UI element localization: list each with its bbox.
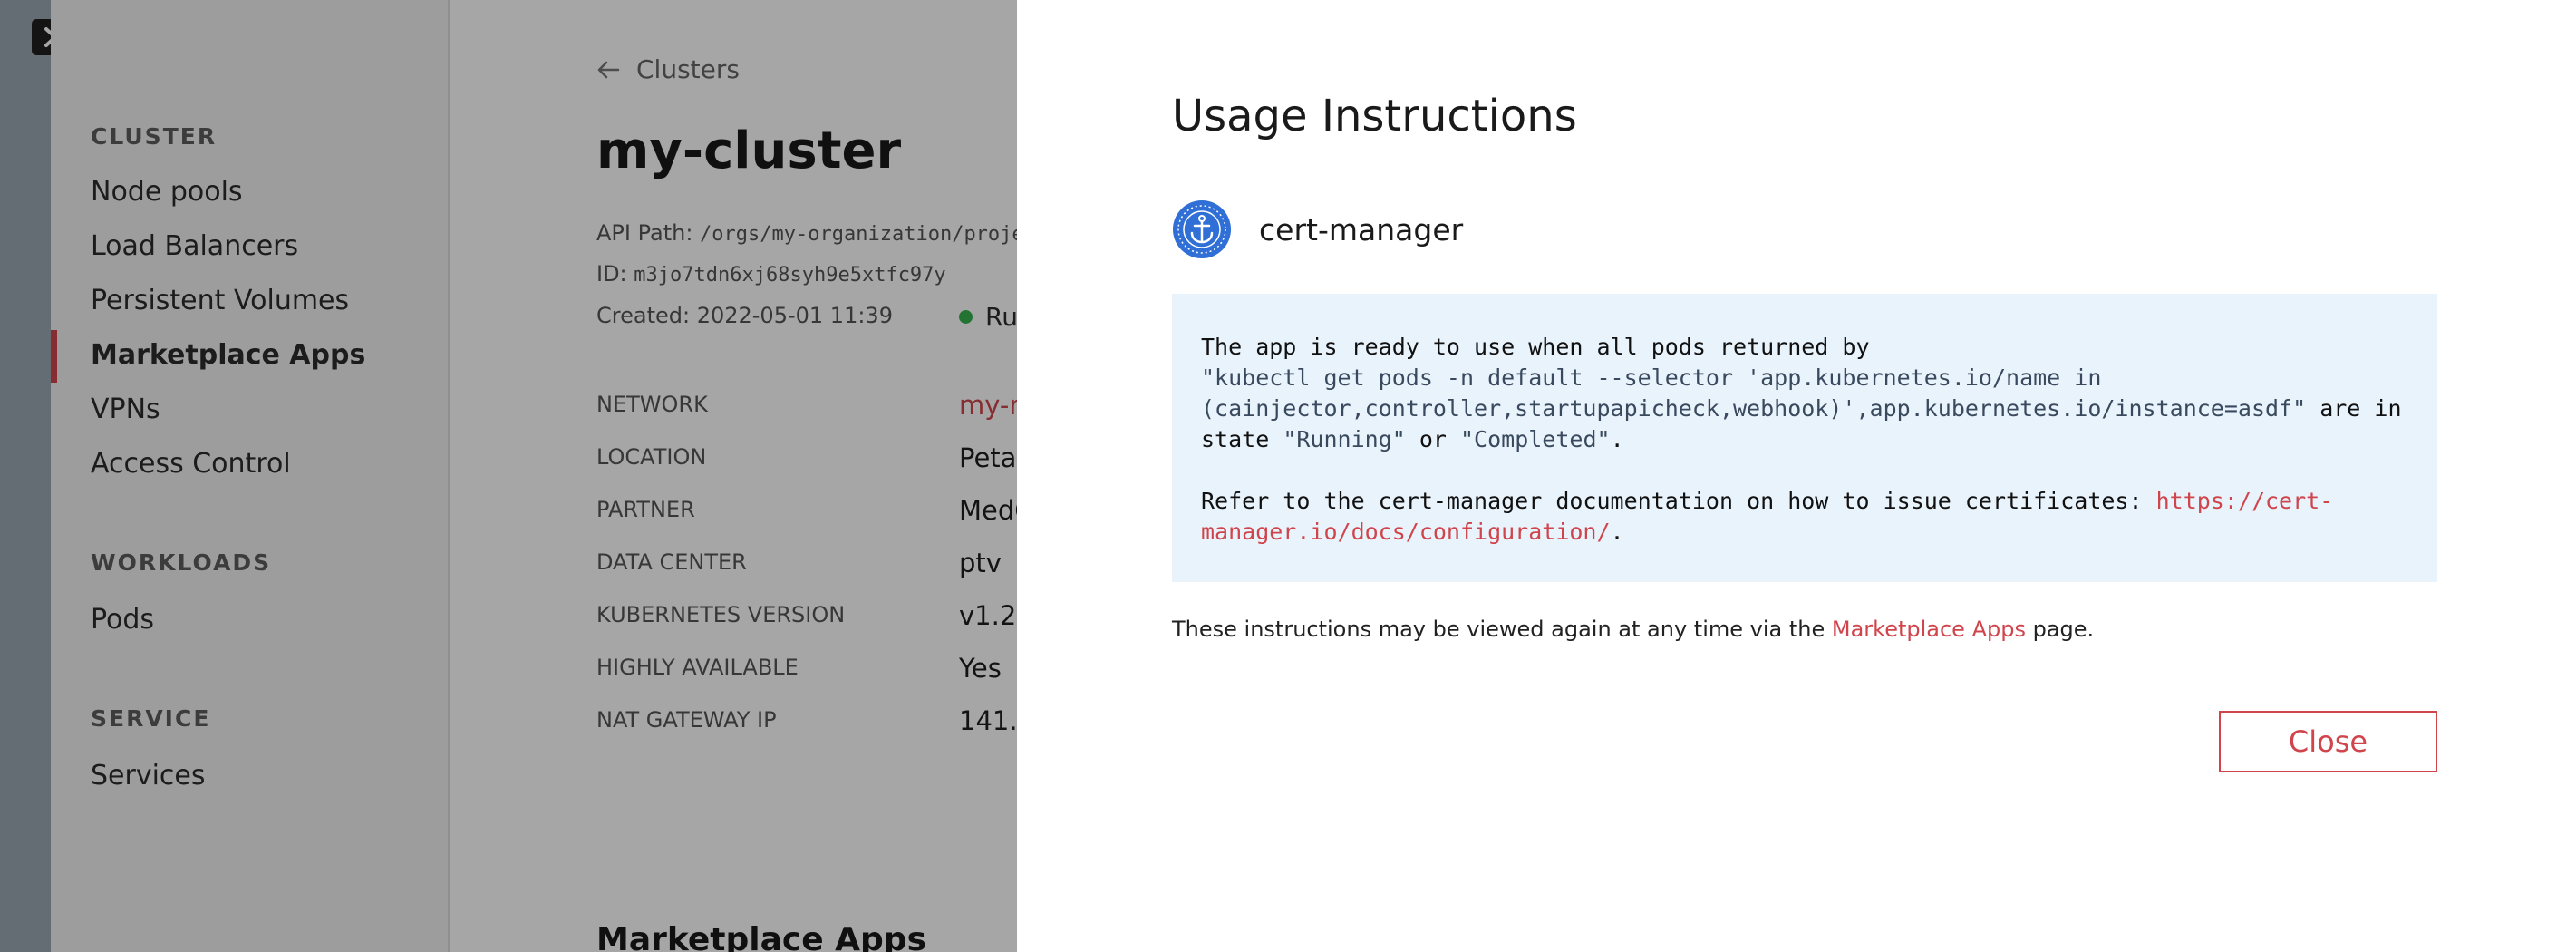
app-name: cert-manager bbox=[1259, 211, 1464, 248]
anchor-icon bbox=[1173, 200, 1231, 258]
instructions-note: These instructions may be viewed again a… bbox=[1172, 617, 2094, 642]
kubectl-command: "kubectl get pods -n default --selector … bbox=[1201, 364, 2307, 422]
running-state: "Running" bbox=[1283, 426, 1406, 452]
modal-backdrop[interactable] bbox=[0, 0, 1017, 952]
instructions-text: Refer to the cert-manager documentation … bbox=[1201, 488, 2156, 514]
drawer-title: Usage Instructions bbox=[1172, 91, 1577, 141]
instructions-text: The app is ready to use when all pods re… bbox=[1201, 334, 1870, 360]
close-button[interactable]: Close bbox=[2219, 711, 2437, 772]
instructions-paragraph-docs: Refer to the cert-manager documentation … bbox=[1201, 486, 2408, 548]
instructions-text: or bbox=[1405, 426, 1460, 452]
note-text: page. bbox=[2025, 617, 2095, 642]
usage-instructions-drawer: Usage Instructions cert-manager The app … bbox=[1017, 0, 2576, 952]
instructions-box: The app is ready to use when all pods re… bbox=[1172, 294, 2437, 582]
instructions-text: . bbox=[1610, 519, 1624, 545]
instructions-text: . bbox=[1610, 426, 1624, 452]
completed-state: "Completed" bbox=[1460, 426, 1611, 452]
marketplace-apps-link[interactable]: Marketplace Apps bbox=[1832, 617, 2026, 642]
note-text: These instructions may be viewed again a… bbox=[1172, 617, 1832, 642]
instructions-paragraph-status: The app is ready to use when all pods re… bbox=[1201, 332, 2408, 455]
app-header: cert-manager bbox=[1172, 199, 1463, 259]
